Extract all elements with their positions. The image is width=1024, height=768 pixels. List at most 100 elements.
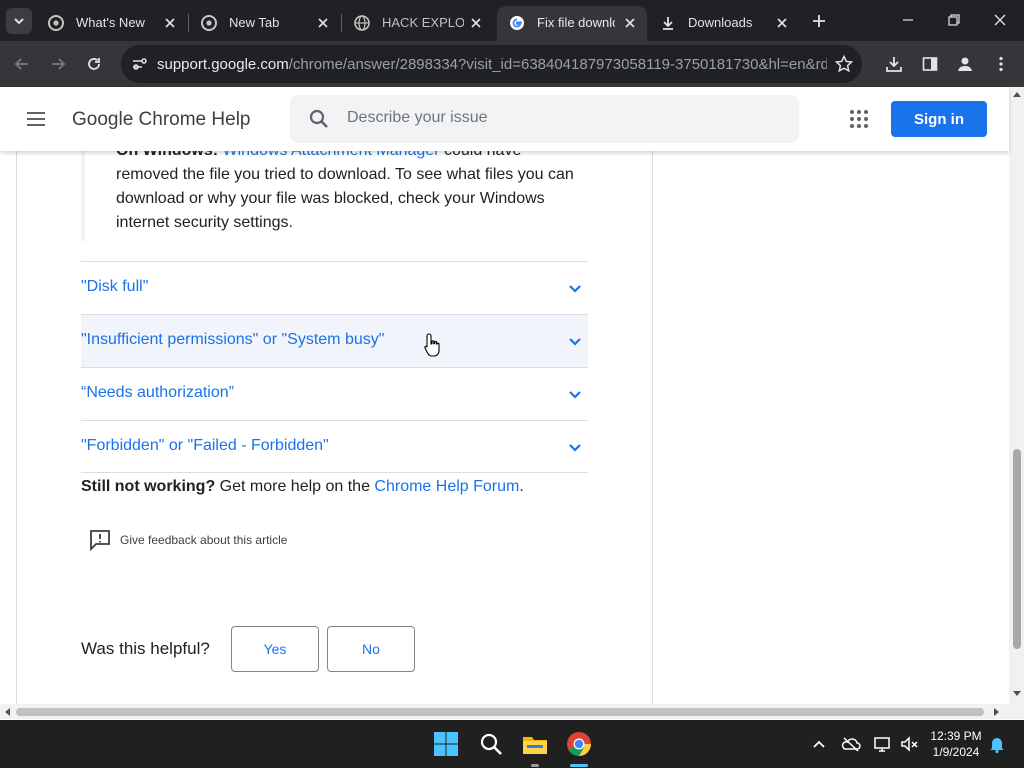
scroll-down-icon[interactable]: [1013, 691, 1021, 697]
close-icon[interactable]: [623, 16, 637, 30]
page-content: On Windows: Windows Attachment Manager c…: [0, 151, 1009, 704]
bookmark-star-icon[interactable]: [834, 54, 854, 74]
notification-bell-icon[interactable]: [987, 734, 1007, 754]
chrome-icon: [201, 15, 217, 31]
address-bar[interactable]: support.google.com/chrome/answer/2898334…: [121, 45, 862, 83]
onedrive-icon[interactable]: [841, 734, 861, 754]
chevron-down-icon: [569, 444, 581, 452]
search-icon[interactable]: [477, 730, 505, 758]
vertical-scrollbar[interactable]: [1009, 87, 1024, 704]
new-tab-plus-icon[interactable]: [810, 12, 828, 30]
column-divider: [652, 586, 653, 704]
arrow-right-icon: [52, 58, 66, 70]
chevron-down-icon: [14, 18, 24, 25]
accordion-label: "Insufficient permissions" or "System bu…: [81, 331, 385, 348]
restore-icon[interactable]: [944, 10, 964, 30]
feedback-link[interactable]: Give feedback about this article: [89, 529, 287, 551]
url-host: support.google.com: [157, 56, 289, 73]
minimize-icon[interactable]: [898, 10, 918, 30]
clock-date: 1/9/2024: [932, 745, 980, 759]
windows-start-icon[interactable]: [432, 730, 460, 758]
hamburger-menu-icon[interactable]: [24, 107, 48, 131]
tab-whats-new[interactable]: What's New: [36, 6, 188, 41]
chevron-down-icon: [569, 391, 581, 399]
globe-icon: [354, 15, 370, 31]
search-placeholder: Describe your issue: [347, 109, 488, 126]
scroll-left-icon[interactable]: [4, 708, 10, 716]
menu-button[interactable]: [989, 52, 1013, 76]
bullet-bold: On Windows:: [116, 151, 218, 159]
back-button[interactable]: [10, 52, 34, 76]
still-not-working: Still not working? Get more help on the …: [81, 478, 524, 496]
profile-icon: [958, 57, 972, 71]
accordion-label: “Needs authorization”: [81, 384, 234, 401]
chrome-taskbar-icon[interactable]: [565, 730, 593, 758]
running-indicator: [531, 764, 539, 767]
tab-title: HACK EXPLORE: [382, 15, 464, 30]
system-clock[interactable]: 12:39 PM 1/9/2024: [926, 728, 986, 760]
site-info-icon[interactable]: [129, 54, 149, 74]
chevron-up-icon[interactable]: [809, 734, 829, 754]
helpful-yes-button[interactable]: Yes: [231, 626, 319, 672]
help-header: Google Chrome Help Describe your issue S…: [0, 87, 1009, 151]
scroll-up-icon[interactable]: [1013, 91, 1021, 97]
site-brand[interactable]: Google Chrome Help: [72, 109, 250, 131]
scroll-thumb[interactable]: [16, 708, 984, 716]
forward-button[interactable]: [46, 52, 70, 76]
network-icon[interactable]: [873, 734, 893, 754]
helpful-no-button[interactable]: No: [327, 626, 415, 672]
bullet-rest: could have removed the file you tried to…: [116, 151, 574, 231]
tab-fix-file-downloads[interactable]: Fix file downloa: [497, 6, 647, 41]
close-icon[interactable]: [469, 16, 483, 30]
tab-downloads[interactable]: Downloads: [648, 6, 800, 41]
arrow-left-icon: [14, 58, 28, 70]
accordion-disk-full[interactable]: "Disk full": [81, 261, 588, 314]
search-icon: [309, 109, 328, 128]
downloads-button[interactable]: [882, 52, 906, 76]
scroll-thumb[interactable]: [1013, 449, 1021, 649]
tab-strip: What's New New Tab HACK EXPLORE Fix file…: [0, 0, 1024, 41]
profile-button[interactable]: [953, 52, 977, 76]
volume-muted-icon[interactable]: [899, 734, 919, 754]
url-path: /chrome/answer/2898334?visit_id=63840418…: [288, 56, 827, 73]
close-icon[interactable]: [775, 16, 789, 30]
tab-hack-explore[interactable]: HACK EXPLORE: [342, 6, 496, 41]
chevron-down-icon: [569, 285, 581, 293]
accordion-needs-authorization[interactable]: “Needs authorization”: [81, 367, 588, 420]
tab-title: What's New: [76, 15, 145, 30]
attachment-manager-link[interactable]: Windows Attachment Manager: [223, 151, 440, 159]
close-icon[interactable]: [163, 16, 177, 30]
active-indicator: [570, 764, 588, 767]
accordion-label: "Disk full": [81, 278, 149, 295]
still-text: Get more help on the: [215, 478, 375, 495]
article-body: On Windows: Windows Attachment Manager c…: [16, 151, 653, 704]
windows-taskbar: 12:39 PM 1/9/2024: [0, 720, 1024, 768]
feedback-icon: [90, 530, 110, 551]
url-text[interactable]: support.google.com/chrome/answer/2898334…: [157, 56, 827, 73]
chrome-icon: [48, 15, 64, 31]
help-forum-link[interactable]: Chrome Help Forum: [374, 478, 519, 495]
clock-time: 12:39 PM: [930, 729, 982, 743]
tab-new-tab[interactable]: New Tab: [189, 6, 341, 41]
reload-button[interactable]: [82, 52, 106, 76]
chevron-down-icon: [569, 338, 581, 346]
more-vert-icon: [999, 56, 1003, 72]
still-bold: Still not working?: [81, 478, 216, 495]
scroll-right-icon[interactable]: [994, 708, 1000, 716]
google-apps-icon[interactable]: [848, 108, 870, 130]
sign-in-button[interactable]: Sign in: [891, 101, 987, 137]
window-close-icon[interactable]: [990, 10, 1010, 30]
accordion-label: "Forbidden" or "Failed - Forbidden": [81, 437, 329, 454]
tab-search-button[interactable]: [6, 8, 32, 34]
side-panel-button[interactable]: [918, 52, 942, 76]
download-icon: [886, 57, 902, 72]
tab-title: Fix file downloa: [537, 15, 615, 30]
file-explorer-icon[interactable]: [521, 730, 549, 758]
accordion-forbidden[interactable]: "Forbidden" or "Failed - Forbidden": [81, 420, 588, 473]
reload-icon: [88, 58, 100, 70]
accordion-insufficient-permissions[interactable]: "Insufficient permissions" or "System bu…: [81, 314, 588, 367]
help-search-box[interactable]: Describe your issue: [290, 95, 799, 143]
close-icon[interactable]: [316, 16, 330, 30]
tab-title: New Tab: [229, 15, 280, 30]
horizontal-scrollbar[interactable]: [0, 704, 1024, 719]
